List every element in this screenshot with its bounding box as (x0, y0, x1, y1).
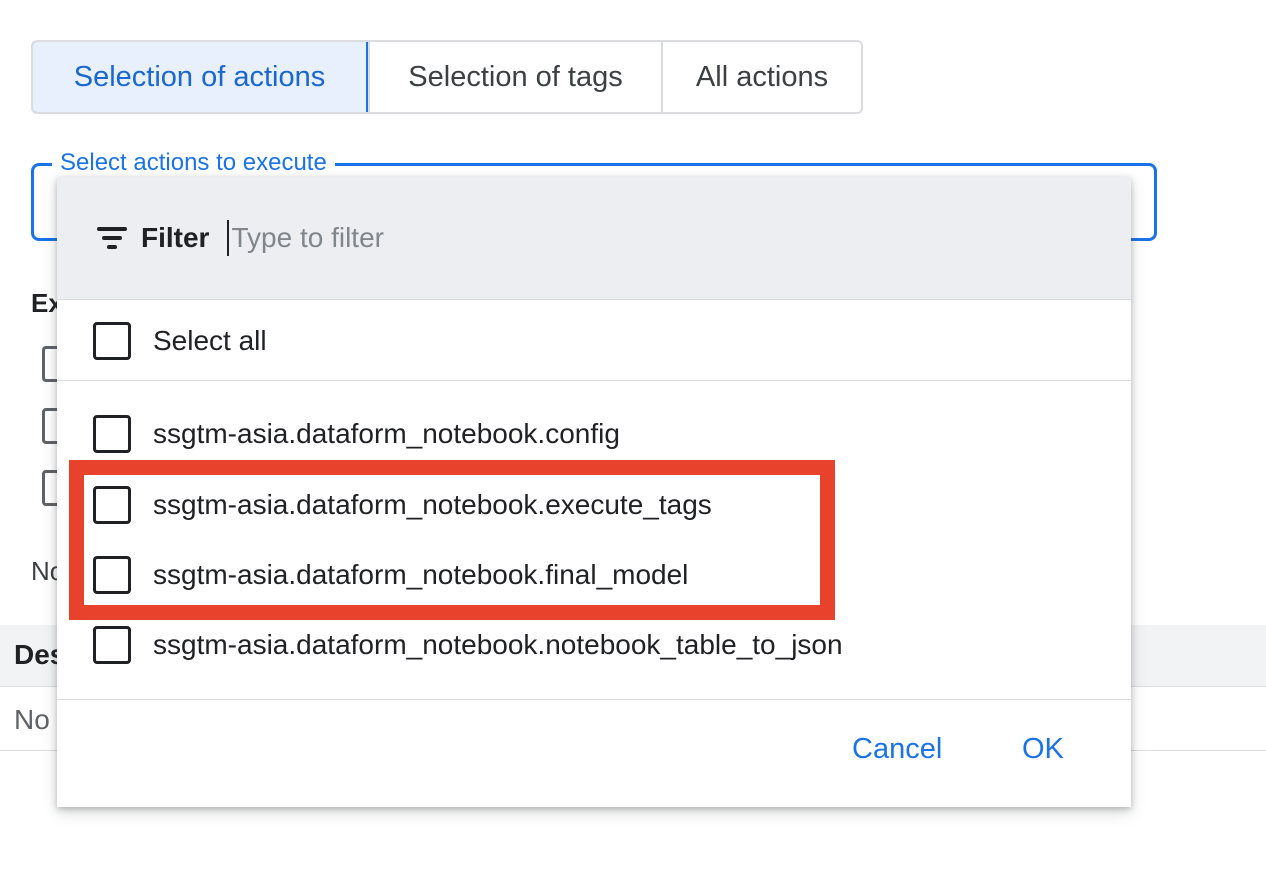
option-checkbox[interactable] (93, 486, 131, 524)
option-label: ssgtm-asia.dataform_notebook.execute_tag… (153, 489, 712, 520)
action-option-execute-tags[interactable]: ssgtm-asia.dataform_notebook.execute_tag… (57, 470, 1131, 540)
tab-all-actions[interactable]: All actions (661, 42, 861, 112)
filter-bar: Filter (57, 177, 1131, 300)
ok-button[interactable]: OK (1022, 733, 1064, 766)
option-checkbox[interactable] (93, 415, 131, 453)
action-option-notebook-table-to-json[interactable]: ssgtm-asia.dataform_notebook.notebook_ta… (57, 610, 1131, 680)
select-actions-field-label: Select actions to execute (52, 148, 335, 178)
select-all-option[interactable]: Select all (57, 301, 1131, 381)
action-selection-tabs: Selection of actions Selection of tags A… (31, 40, 863, 114)
option-checkbox[interactable] (93, 626, 131, 664)
action-option-final-model[interactable]: ssgtm-asia.dataform_notebook.final_model (57, 540, 1131, 610)
select-all-checkbox[interactable] (93, 321, 131, 360)
filter-input[interactable] (227, 220, 928, 256)
action-option-config[interactable]: ssgtm-asia.dataform_notebook.config (57, 399, 1131, 469)
tab-selection-of-tags[interactable]: Selection of tags (368, 42, 661, 112)
cancel-button[interactable]: Cancel (852, 733, 942, 766)
option-checkbox[interactable] (93, 556, 131, 594)
filter-label: Filter (141, 222, 210, 253)
tab-selection-of-actions[interactable]: Selection of actions (33, 42, 368, 112)
select-all-label: Select all (153, 324, 267, 356)
option-label: ssgtm-asia.dataform_notebook.config (153, 418, 620, 449)
filter-list-icon (95, 225, 129, 251)
option-label: ssgtm-asia.dataform_notebook.final_model (153, 559, 689, 590)
page: Selection of actions Selection of tags A… (0, 0, 1266, 894)
divider (57, 699, 1131, 700)
table-cell: No (14, 704, 50, 735)
option-label: ssgtm-asia.dataform_notebook.notebook_ta… (153, 629, 843, 660)
actions-dropdown-panel: Filter Select all ssgtm-asia.dataform_no… (57, 177, 1131, 807)
